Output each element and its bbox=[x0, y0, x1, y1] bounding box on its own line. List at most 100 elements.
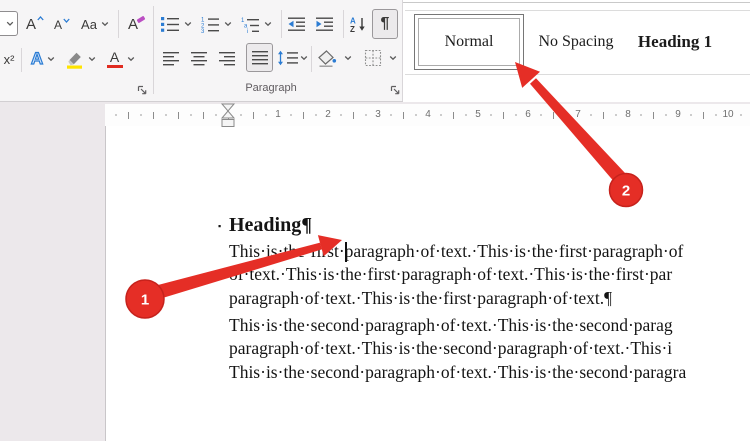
chevron-down-icon bbox=[300, 55, 308, 61]
bullets-dropdown[interactable] bbox=[183, 14, 193, 34]
paragraph-dialog-launcher-icon[interactable] bbox=[390, 83, 402, 95]
ruler-number: 6 bbox=[523, 108, 533, 122]
horizontal-ruler[interactable]: 1 2 3 4 5 6 7 8 9 10 bbox=[105, 104, 750, 127]
paint-bucket-icon bbox=[317, 49, 337, 68]
justify-button[interactable] bbox=[246, 43, 273, 72]
shrink-font-button[interactable]: A bbox=[52, 14, 72, 36]
ruler-number: 4 bbox=[423, 108, 433, 122]
chevron-down-icon bbox=[264, 21, 272, 27]
ruler-number: 2 bbox=[323, 108, 333, 122]
indent-marker[interactable] bbox=[220, 103, 236, 128]
text-line[interactable]: paragraph·of·text.·This·is·the·second·pa… bbox=[229, 337, 750, 360]
gallery-frame-top bbox=[405, 10, 750, 11]
chevron-down-icon bbox=[389, 55, 397, 61]
chevron-down-icon[interactable] bbox=[101, 21, 109, 27]
highlighter-icon bbox=[66, 50, 84, 69]
align-left-icon bbox=[162, 51, 180, 66]
show-formatting-marks-button[interactable]: ¶ bbox=[372, 9, 398, 39]
change-case-label: Aa bbox=[81, 17, 97, 32]
ribbon: A A Aa A x² A bbox=[0, 0, 750, 102]
decrease-indent-icon bbox=[287, 16, 307, 32]
shading-dropdown[interactable] bbox=[343, 48, 353, 68]
grow-font-letter: A bbox=[26, 16, 36, 33]
align-right-button[interactable] bbox=[217, 47, 237, 69]
chevron-down-icon[interactable] bbox=[127, 56, 135, 62]
ruler-number: 7 bbox=[573, 108, 583, 122]
paragraph-group-label: Paragraph bbox=[243, 82, 299, 94]
font-color-letter: A bbox=[110, 49, 119, 65]
text-effects-letter: A bbox=[31, 49, 43, 69]
bullet-list-icon bbox=[160, 16, 180, 33]
chevron-down-icon bbox=[224, 21, 232, 27]
increase-indent-button[interactable] bbox=[314, 12, 336, 36]
grow-font-button[interactable]: A bbox=[24, 12, 46, 36]
text-line[interactable]: paragraph·of·text.·This·is·the·first·par… bbox=[229, 287, 750, 310]
borders-icon bbox=[364, 49, 382, 67]
caret-up-icon bbox=[37, 16, 44, 21]
svg-text:i: i bbox=[247, 29, 248, 33]
document-heading[interactable]: Heading¶ bbox=[229, 214, 312, 237]
text-line[interactable]: This·is·the·second·paragraph·of·text.·Th… bbox=[229, 361, 750, 384]
multilevel-list-icon: 1 a i bbox=[240, 16, 260, 33]
borders-dropdown[interactable] bbox=[388, 48, 398, 68]
paragraph-2: This·is·the·second·paragraph·of·text.·Th… bbox=[229, 314, 750, 384]
text-line[interactable]: of·text.·This·is·the·first·paragraph·of·… bbox=[229, 263, 750, 286]
justify-icon bbox=[251, 50, 269, 65]
superscript-button[interactable]: x² bbox=[0, 48, 18, 70]
style-item-no-spacing[interactable]: No Spacing bbox=[524, 14, 628, 70]
eraser-icon bbox=[136, 15, 146, 24]
ruler-number: 5 bbox=[473, 108, 483, 122]
text-highlight-button[interactable] bbox=[64, 46, 98, 72]
align-right-icon bbox=[218, 51, 236, 66]
clear-formatting-button[interactable]: A bbox=[125, 12, 149, 36]
multilevel-list-button[interactable]: 1 a i bbox=[238, 12, 262, 36]
numbered-list-icon: 1 2 3 bbox=[200, 16, 220, 33]
decrease-indent-button[interactable] bbox=[286, 12, 308, 36]
text-cursor bbox=[345, 242, 347, 262]
align-center-button[interactable] bbox=[189, 47, 209, 69]
caret-down-icon bbox=[63, 18, 70, 23]
change-case-button[interactable]: Aa bbox=[78, 12, 112, 36]
text-line[interactable]: This·is·the·first·paragraph·of·text.·Thi… bbox=[229, 240, 750, 263]
sort-button[interactable]: A Z bbox=[347, 11, 369, 37]
ruler-number: 10 bbox=[720, 108, 735, 122]
font-dialog-launcher-icon[interactable] bbox=[137, 83, 149, 95]
multilevel-dropdown[interactable] bbox=[263, 14, 273, 34]
font-size-combobox[interactable] bbox=[0, 11, 18, 36]
numbering-button[interactable]: 1 2 3 bbox=[198, 12, 222, 36]
line-spacing-dropdown[interactable] bbox=[299, 48, 309, 68]
ruler-number: 8 bbox=[623, 108, 633, 122]
shading-button[interactable] bbox=[315, 45, 339, 71]
style-item-normal[interactable]: Normal bbox=[414, 14, 524, 70]
sort-icon: A Z bbox=[349, 16, 367, 33]
chevron-down-icon[interactable] bbox=[47, 56, 55, 62]
line-spacing-icon bbox=[277, 50, 299, 66]
line-spacing-button[interactable] bbox=[276, 46, 300, 70]
pilcrow-icon: ¶ bbox=[381, 15, 390, 33]
chevron-down-icon bbox=[6, 21, 14, 27]
text-line[interactable]: This·is·the·second·paragraph·of·text.·Th… bbox=[229, 314, 750, 337]
numbering-dropdown[interactable] bbox=[223, 14, 233, 34]
shrink-font-letter: A bbox=[54, 18, 62, 32]
ruler-number: 3 bbox=[373, 108, 383, 122]
ruler-number: 1 bbox=[273, 108, 283, 122]
styles-gallery: Normal No Spacing Heading 1 bbox=[403, 0, 750, 102]
bullets-button[interactable] bbox=[158, 12, 182, 36]
style-item-heading-1[interactable]: Heading 1 bbox=[628, 14, 722, 70]
chevron-down-icon[interactable] bbox=[88, 56, 96, 62]
font-color-button[interactable]: A bbox=[103, 46, 137, 72]
ruler-number: 9 bbox=[673, 108, 683, 122]
align-left-button[interactable] bbox=[161, 47, 181, 69]
style-label: Heading 1 bbox=[638, 32, 712, 52]
style-label: No Spacing bbox=[538, 33, 613, 51]
svg-text:3: 3 bbox=[201, 29, 205, 33]
gallery-top-border bbox=[403, 2, 750, 3]
document-page[interactable]: ▪ Heading¶ This·is·the·first·paragraph·o… bbox=[105, 126, 750, 441]
chevron-down-icon bbox=[184, 21, 192, 27]
increase-indent-icon bbox=[315, 16, 335, 32]
font-color-swatch bbox=[107, 65, 123, 69]
paragraph-1: This·is·the·first·paragraph·of·text.·Thi… bbox=[229, 240, 750, 310]
style-selected-inner-border bbox=[418, 18, 520, 66]
text-effects-button[interactable]: A bbox=[27, 46, 59, 72]
borders-button[interactable] bbox=[361, 46, 385, 70]
